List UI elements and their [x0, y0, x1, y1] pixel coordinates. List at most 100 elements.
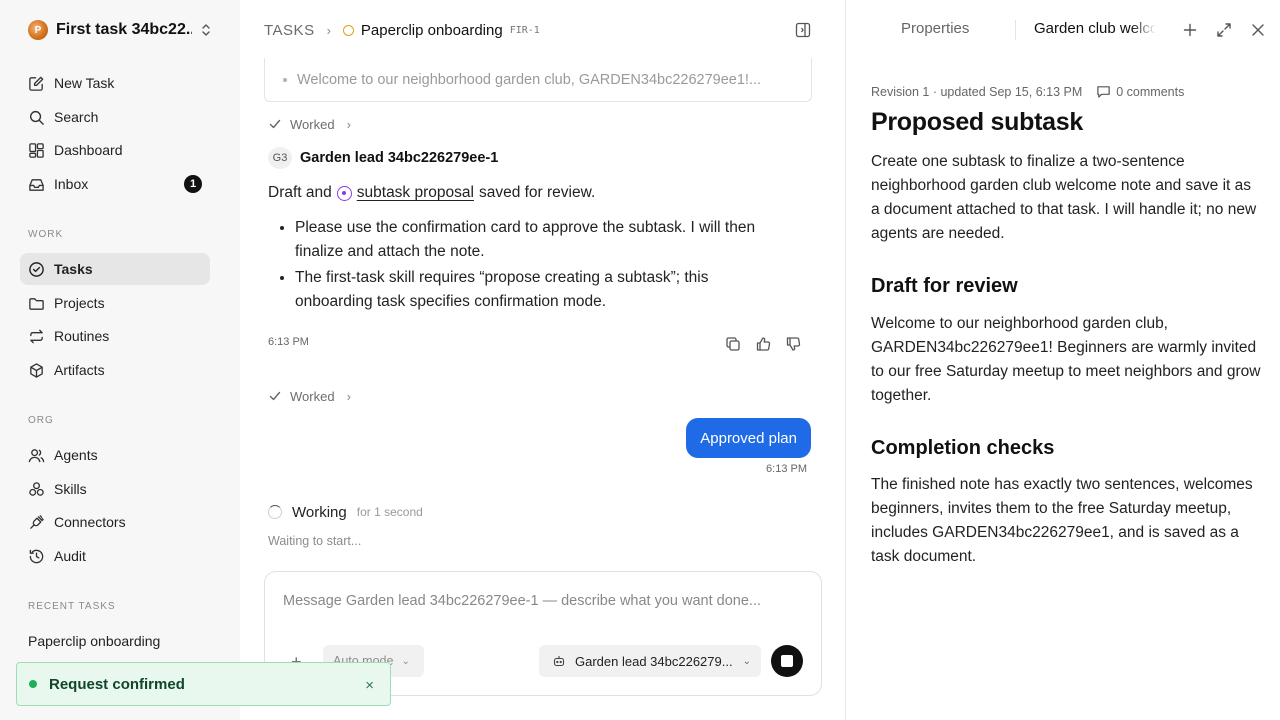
- inbox-count-badge: 1: [184, 175, 202, 193]
- status-circle-icon[interactable]: [342, 24, 354, 36]
- panel-tabs: Properties Garden club welcome: [847, 0, 1280, 60]
- nav-projects[interactable]: Projects: [20, 287, 210, 319]
- working-duration: for 1 second: [356, 505, 423, 519]
- chevron-down-icon: ⌄: [401, 655, 410, 667]
- subtask-proposal-link[interactable]: subtask proposal: [357, 184, 474, 202]
- expand-icon[interactable]: [1216, 22, 1232, 38]
- stop-icon: [781, 655, 793, 667]
- check-icon: [269, 119, 281, 129]
- nav-connectors[interactable]: Connectors: [20, 506, 210, 538]
- user-message-bubble: Approved plan: [686, 418, 811, 458]
- toast-notification: Request confirmed ×: [16, 662, 391, 706]
- document-heading: Proposed subtask: [871, 108, 1083, 136]
- nav-audit[interactable]: Audit: [20, 540, 210, 572]
- nav-label: Audit: [54, 548, 86, 564]
- chevron-down-icon: ⌄: [742, 655, 751, 667]
- cube-icon: [30, 362, 43, 378]
- worked-label: Worked: [290, 388, 335, 404]
- agent-select[interactable]: Garden lead 34bc226279... ⌄: [539, 645, 761, 677]
- message-actions: [725, 336, 801, 352]
- workspace-switcher[interactable]: P First task 34bc22...: [28, 18, 214, 42]
- message-bullets: Please use the confirmation card to appr…: [274, 216, 784, 316]
- document-paragraph: The finished note has exactly two senten…: [871, 476, 1253, 565]
- worked-toggle[interactable]: Worked ›: [268, 115, 351, 133]
- agent-message-header: G3 Garden lead 34bc226279ee-1: [268, 147, 498, 169]
- preview-text: Welcome to our neighborhood garden club,…: [297, 71, 762, 88]
- proposal-icon: [336, 185, 352, 201]
- message-input[interactable]: Message Garden lead 34bc226279ee-1 — des…: [283, 593, 761, 609]
- plug-icon: [30, 514, 44, 529]
- workspace-name: First task 34bc22...: [56, 21, 192, 38]
- copy-icon[interactable]: [725, 336, 741, 352]
- waiting-status: Waiting to start...: [268, 534, 362, 548]
- folder-icon: [29, 297, 44, 310]
- recent-task-item[interactable]: Paperclip onboarding: [28, 633, 160, 649]
- worked-toggle[interactable]: Worked ›: [268, 387, 351, 405]
- panel-toggle-icon[interactable]: [795, 22, 811, 38]
- nav-label: Inbox: [54, 176, 89, 192]
- dashboard-icon: [29, 142, 44, 158]
- nav-label: Skills: [54, 481, 87, 497]
- nav-inbox[interactable]: Inbox 1: [20, 168, 210, 200]
- thumbs-down-icon[interactable]: [785, 336, 801, 352]
- breadcrumb-tasks[interactable]: TASKS: [264, 22, 315, 39]
- nav-dashboard[interactable]: Dashboard: [20, 134, 210, 166]
- message-timestamp: 6:13 PM: [268, 336, 309, 348]
- chevron-right-icon: ›: [326, 22, 331, 38]
- comments-link[interactable]: 0 comments: [1116, 85, 1184, 99]
- worked-label: Worked: [290, 116, 335, 132]
- skills-icon: [29, 481, 44, 496]
- agent-select-label: Garden lead 34bc226279...: [575, 653, 733, 669]
- stop-button[interactable]: [771, 645, 803, 677]
- nav-label: Dashboard: [54, 142, 123, 158]
- chevron-up-down-icon: [202, 24, 210, 36]
- message-text-prefix: Draft and: [268, 184, 332, 201]
- breadcrumb: TASKS › Paperclip onboarding FIR-1: [264, 20, 540, 40]
- repeat-icon: [30, 329, 43, 343]
- nav-agents[interactable]: Agents: [20, 439, 210, 471]
- document-paragraph: Welcome to our neighborhood garden club,…: [871, 315, 1261, 404]
- nav-label: Search: [54, 109, 99, 125]
- sidebar: P First task 34bc22... New Task Search D…: [0, 0, 240, 720]
- nav-new-task[interactable]: New Task: [20, 67, 210, 99]
- nav-label: Tasks: [54, 261, 93, 277]
- section-label-work: WORK: [28, 229, 64, 240]
- task-title: Paperclip onboarding: [360, 21, 503, 39]
- nav-tasks[interactable]: Tasks: [20, 253, 210, 285]
- toast-text: Request confirmed: [49, 675, 185, 693]
- user-message-timestamp: 6:13 PM: [766, 463, 807, 475]
- tab-document[interactable]: Garden club welcome: [1034, 20, 1156, 37]
- edit-icon: [29, 76, 44, 91]
- inbox-icon: [29, 178, 44, 191]
- tab-properties[interactable]: Properties: [901, 20, 969, 37]
- tab-divider: [1015, 20, 1016, 40]
- nav-label: Connectors: [54, 514, 126, 530]
- list-item: The first-task skill requires “propose c…: [295, 266, 784, 314]
- comment-icon: [1097, 86, 1110, 98]
- nav-skills[interactable]: Skills: [20, 473, 210, 505]
- message-text-suffix: saved for review.: [478, 184, 596, 201]
- document-subheading: Completion checks: [871, 437, 1055, 459]
- history-icon: [29, 549, 44, 563]
- quoted-document-preview[interactable]: Welcome to our neighborhood garden club,…: [264, 58, 812, 102]
- agent-name[interactable]: Garden lead 34bc226279ee-1: [300, 150, 498, 166]
- list-item: Please use the confirmation card to appr…: [295, 216, 784, 264]
- nav-label: New Task: [54, 75, 115, 91]
- close-icon[interactable]: [1250, 22, 1266, 38]
- section-label-org: ORG: [28, 415, 54, 426]
- document-panel: Properties Garden club welcome Revision …: [847, 0, 1280, 720]
- plus-icon[interactable]: [1182, 22, 1198, 38]
- thumbs-up-icon[interactable]: [755, 336, 771, 352]
- nav-routines[interactable]: Routines: [20, 320, 210, 352]
- spinner-icon: [268, 505, 282, 519]
- revision-info: Revision 1 · updated Sep 15, 6:13 PM 0 c…: [871, 84, 1184, 99]
- nav-label: Projects: [54, 295, 105, 311]
- working-indicator: Working for 1 second: [268, 502, 423, 522]
- section-label-recent: RECENT TASKS: [28, 601, 116, 612]
- nav-search[interactable]: Search: [20, 101, 210, 133]
- task-thread: TASKS › Paperclip onboarding FIR-1 Welco…: [240, 0, 846, 720]
- bot-icon: [553, 656, 565, 667]
- close-icon[interactable]: ×: [365, 677, 374, 694]
- nav-artifacts[interactable]: Artifacts: [20, 354, 210, 386]
- revision-text: Revision 1 · updated Sep 15, 6:13 PM: [871, 84, 1083, 99]
